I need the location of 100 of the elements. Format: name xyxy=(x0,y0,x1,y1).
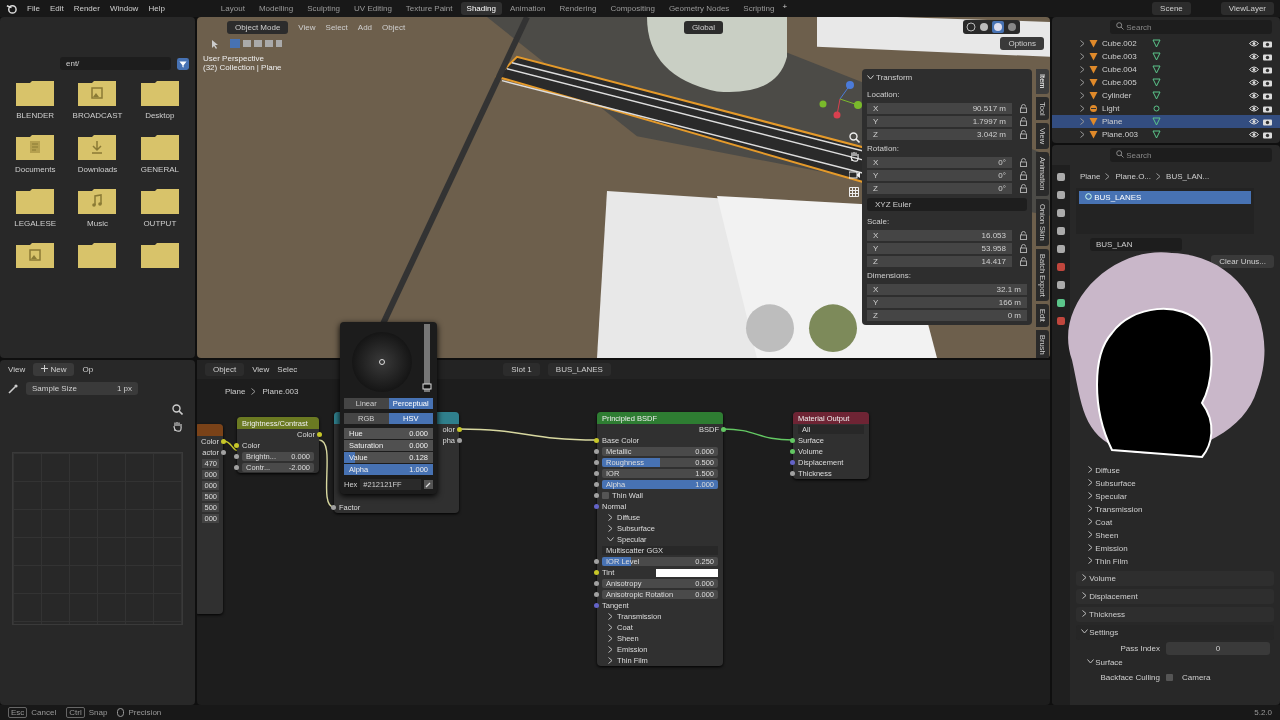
pass-index-field[interactable]: 0 xyxy=(1166,641,1270,655)
breadcrumb-item[interactable]: BUS_LAN... xyxy=(1166,172,1210,181)
search-field[interactable]: Search xyxy=(1110,20,1272,34)
panel-header[interactable]: Volume xyxy=(1076,571,1274,586)
lock-icon[interactable] xyxy=(1020,184,1027,193)
checkbox[interactable] xyxy=(1166,673,1173,681)
subpanel-header[interactable]: Diffuse xyxy=(1076,464,1274,477)
hand-icon[interactable] xyxy=(172,421,183,432)
socket-dot[interactable] xyxy=(594,438,599,443)
camera-icon[interactable] xyxy=(1263,117,1272,126)
subpanel-header[interactable]: Emission xyxy=(1076,542,1274,555)
folder-icon[interactable] xyxy=(140,188,179,214)
socket-dot[interactable] xyxy=(594,570,599,575)
folder-name[interactable]: BLENDER xyxy=(16,111,55,120)
menu-item[interactable]: Edit xyxy=(49,4,64,13)
socket-dot[interactable] xyxy=(594,603,599,608)
folder-icon[interactable] xyxy=(140,134,179,160)
socket-dot[interactable] xyxy=(594,482,599,487)
properties-tab-icon[interactable] xyxy=(1057,227,1065,235)
socket-dot[interactable] xyxy=(457,438,462,443)
material-shading-icon[interactable] xyxy=(992,21,1004,33)
path-field[interactable]: ent/ xyxy=(60,57,171,70)
menu-item[interactable]: File xyxy=(27,4,40,13)
rotation-mode-dropdown[interactable]: XYZ Euler xyxy=(867,198,1027,211)
workspace-tab[interactable]: Modelling xyxy=(252,2,300,15)
menu-item[interactable]: View xyxy=(298,22,316,32)
outliner-item[interactable]: Cube.002 xyxy=(1102,39,1148,48)
outliner-item[interactable]: Cube.003 xyxy=(1102,52,1148,61)
socket-dot[interactable] xyxy=(594,592,599,597)
rendered-shading-icon[interactable] xyxy=(1007,22,1017,32)
transform-field[interactable]: X 16.053 xyxy=(867,230,1012,241)
camera-icon[interactable] xyxy=(1263,78,1272,87)
transform-field[interactable]: Z 0° xyxy=(867,183,1012,194)
eye-icon[interactable] xyxy=(1249,79,1259,86)
solid-shading-icon[interactable] xyxy=(979,22,989,32)
eye-icon[interactable] xyxy=(1249,66,1259,73)
outliner-item[interactable]: Plane.003 xyxy=(1102,130,1148,139)
folder-name[interactable]: Desktop xyxy=(145,111,175,120)
properties-tab-icon[interactable] xyxy=(1057,191,1065,199)
workspace-tab[interactable]: Texture Paint xyxy=(399,2,459,15)
zoom-icon[interactable] xyxy=(172,404,183,415)
socket-dot[interactable] xyxy=(594,493,599,498)
socket-dot[interactable] xyxy=(594,504,599,509)
search-field[interactable]: Search xyxy=(1110,148,1272,162)
transform-field[interactable]: Z 3.042 m xyxy=(867,129,1012,140)
socket-dot[interactable] xyxy=(221,450,226,455)
socket-dot[interactable] xyxy=(594,559,599,564)
eye-icon[interactable] xyxy=(1249,40,1259,47)
transform-field[interactable]: X 32.1 m xyxy=(867,284,1027,295)
socket-dot[interactable] xyxy=(790,460,795,465)
lock-icon[interactable] xyxy=(1020,171,1027,180)
camera-icon[interactable] xyxy=(1263,91,1272,100)
breadcrumb-item[interactable]: Plane xyxy=(1080,172,1101,181)
grid-icon[interactable] xyxy=(849,187,859,197)
socket-dot[interactable] xyxy=(594,449,599,454)
socket-dot[interactable] xyxy=(331,505,336,510)
socket-dot[interactable] xyxy=(234,454,239,459)
properties-tab-icon[interactable] xyxy=(1057,209,1065,217)
folder-name[interactable]: GENERAL xyxy=(140,165,179,174)
clear-unused-button[interactable]: Clear Unus... xyxy=(1211,255,1274,268)
camera-icon[interactable] xyxy=(1263,39,1272,48)
folder-icon[interactable] xyxy=(78,134,117,160)
properties-tab-icon[interactable] xyxy=(1057,281,1065,289)
workspace-tab[interactable]: Sculpting xyxy=(301,2,347,15)
subpanel-header[interactable]: Coat xyxy=(1076,516,1274,529)
menu-item[interactable]: Selec xyxy=(277,365,298,374)
folder-icon[interactable] xyxy=(16,188,55,214)
socket-dot[interactable] xyxy=(594,471,599,476)
slot-dropdown[interactable]: Slot 1 xyxy=(503,363,540,376)
camera-icon[interactable] xyxy=(1263,52,1272,61)
folder-icon[interactable] xyxy=(78,188,117,214)
transform-field[interactable]: X 0° xyxy=(867,157,1012,168)
folder-name[interactable]: OUTPUT xyxy=(143,219,177,228)
workspace-tab[interactable]: Shading xyxy=(460,2,502,15)
app-logo-icon[interactable] xyxy=(6,3,17,14)
folder-icon[interactable] xyxy=(78,242,117,268)
folder-name[interactable]: Music xyxy=(87,219,108,228)
outliner-item[interactable]: Cube.005 xyxy=(1102,78,1148,87)
menu-item[interactable]: Object xyxy=(382,22,406,32)
options-button[interactable]: Options xyxy=(1000,37,1044,50)
socket-dot[interactable] xyxy=(221,439,226,444)
transform-field[interactable]: X 90.517 m xyxy=(867,103,1012,114)
folder-name[interactable]: LEGALESE xyxy=(14,219,57,228)
view-layer-field[interactable]: ViewLayer xyxy=(1220,2,1274,15)
properties-tab-icon[interactable] xyxy=(1057,299,1065,307)
eyedropper-icon[interactable] xyxy=(8,383,18,394)
properties-tab-icon[interactable] xyxy=(1057,245,1065,253)
camera-icon[interactable] xyxy=(1263,130,1272,139)
menu-item[interactable]: View xyxy=(252,365,270,374)
folder-icon[interactable] xyxy=(78,80,117,106)
menu-item[interactable]: Add xyxy=(357,22,373,32)
filter-icon[interactable] xyxy=(177,57,189,70)
selection-modes-icon[interactable] xyxy=(229,38,283,49)
transform-field[interactable]: Z 14.417 xyxy=(867,256,1012,267)
menu-item[interactable]: Help xyxy=(148,4,165,13)
subpanel-header[interactable]: Subsurface xyxy=(1076,477,1274,490)
eyedropper-icon[interactable] xyxy=(424,480,433,489)
eye-icon[interactable] xyxy=(1249,92,1259,99)
lock-icon[interactable] xyxy=(1020,231,1027,240)
eye-icon[interactable] xyxy=(1249,131,1259,138)
